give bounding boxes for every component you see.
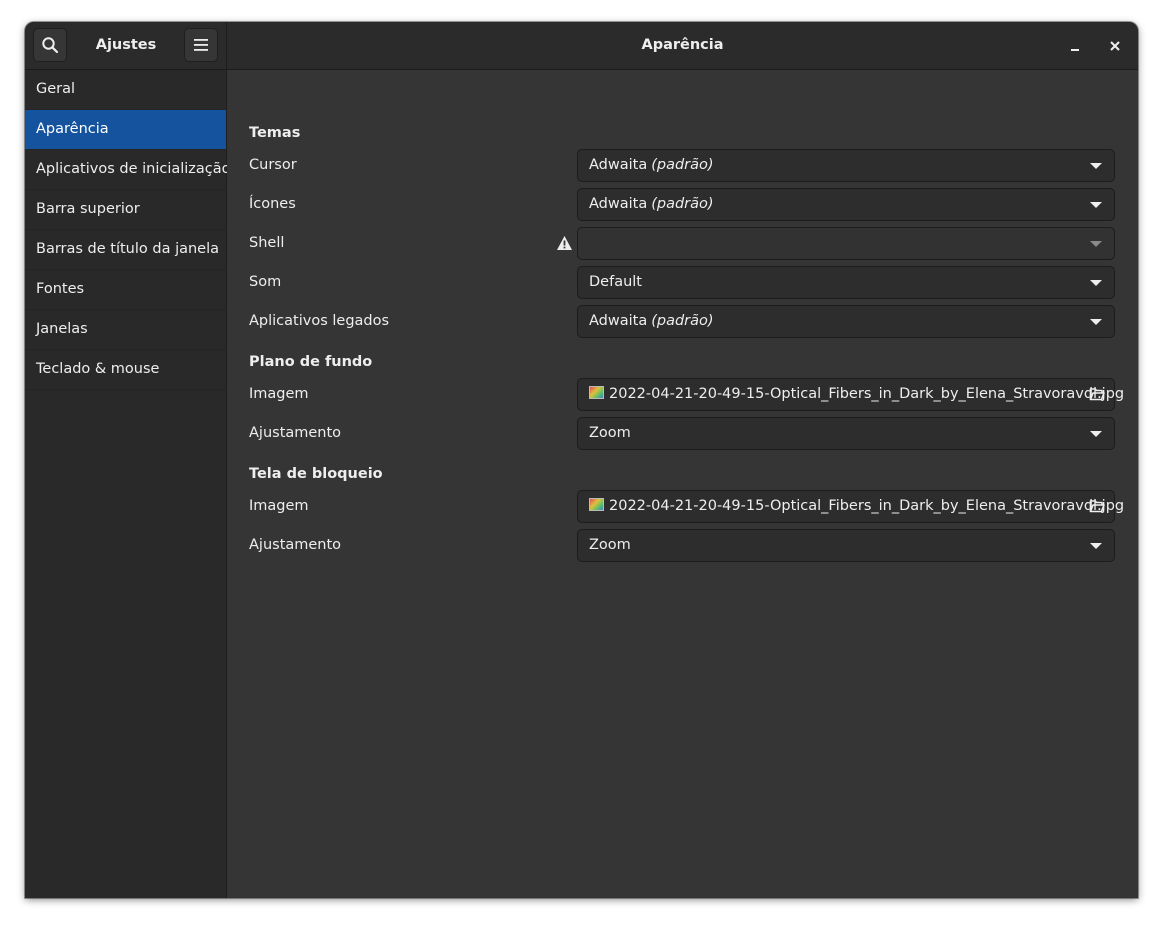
sidebar-item-fontes[interactable]: Fontes	[25, 270, 226, 310]
legacy-apps-label: Aplicativos legados	[249, 313, 390, 329]
minimize-button[interactable]	[1063, 34, 1087, 58]
sidebar-item-geral[interactable]: Geral	[25, 70, 226, 110]
lockscreen-image-chooser[interactable]: 2022-04-21-20-49-15-Optical_Fibers_in_Da…	[577, 490, 1124, 523]
icons-label: Ícones	[249, 196, 296, 212]
shell-theme-combo[interactable]	[577, 227, 1115, 260]
lockscreen-image-filename: 2022-04-21-20-49-15-Optical_Fibers_in_Da…	[609, 498, 1125, 514]
sidebar-item-janelas[interactable]: Janelas	[25, 310, 226, 350]
background-image-label: Imagem	[249, 386, 309, 402]
background-image-filename: 2022-04-21-20-49-15-Optical_Fibers_in_Da…	[609, 386, 1125, 402]
image-file-icon	[589, 386, 604, 399]
section-title-themes: Temas	[249, 125, 301, 141]
lockscreen-image-label: Imagem	[249, 498, 309, 514]
sidebar-header: Ajustes	[25, 22, 227, 69]
cursor-default-suffix: (padrão)	[651, 157, 714, 173]
tweaks-window: Ajustes Aparência Geral Aparência Aplica…	[25, 22, 1138, 898]
dropdown-arrow-icon	[1090, 241, 1102, 247]
cursor-theme-combo[interactable]: Adwaita (padrão)	[577, 149, 1115, 182]
close-icon	[1110, 41, 1120, 51]
page-title: Aparência	[641, 37, 724, 53]
background-image-chooser[interactable]: 2022-04-21-20-49-15-Optical_Fibers_in_Da…	[577, 378, 1124, 411]
search-icon	[42, 37, 59, 54]
dropdown-arrow-icon	[1090, 431, 1102, 437]
dropdown-arrow-icon	[1090, 163, 1102, 169]
sidebar-item-teclado-mouse[interactable]: Teclado & mouse	[25, 350, 226, 390]
appearance-panel: Temas Cursor Adwaita (padrão) Ícones Adwa…	[227, 70, 1138, 898]
sidebar: Geral Aparência Aplicativos de inicializ…	[25, 70, 231, 898]
hamburger-menu-icon	[194, 39, 208, 51]
lockscreen-adjustment-combo[interactable]: Zoom	[577, 529, 1115, 562]
shell-label: Shell	[249, 235, 285, 251]
icons-default-suffix: (padrão)	[651, 196, 714, 212]
section-title-background: Plano de fundo	[249, 354, 373, 370]
minimize-icon	[1071, 49, 1079, 51]
folder-open-icon	[1089, 500, 1105, 513]
dropdown-arrow-icon	[1090, 319, 1102, 325]
image-file-icon	[589, 498, 604, 511]
dropdown-arrow-icon	[1090, 280, 1102, 286]
icons-theme-combo[interactable]: Adwaita (padrão)	[577, 188, 1115, 221]
sidebar-item-aparencia[interactable]: Aparência	[25, 110, 226, 150]
section-title-lockscreen: Tela de bloqueio	[249, 466, 383, 482]
sound-theme-combo[interactable]: Default	[577, 266, 1115, 299]
sidebar-item-aplicativos-inicializacao[interactable]: Aplicativos de inicialização	[25, 150, 231, 190]
dropdown-arrow-icon	[1090, 202, 1102, 208]
sidebar-item-barras-titulo[interactable]: Barras de título da janela	[25, 230, 226, 270]
legacy-default-suffix: (padrão)	[651, 313, 714, 329]
header-bar: Ajustes Aparência	[25, 22, 1138, 70]
cursor-label: Cursor	[249, 157, 297, 173]
legacy-apps-theme-value: Adwaita	[589, 313, 648, 329]
legacy-apps-theme-combo[interactable]: Adwaita (padrão)	[577, 305, 1115, 338]
sound-theme-value: Default	[589, 274, 642, 290]
close-button[interactable]	[1103, 34, 1127, 58]
sound-label: Som	[249, 274, 282, 290]
folder-open-icon	[1089, 388, 1105, 401]
background-adjustment-value: Zoom	[589, 425, 631, 441]
background-adjustment-label: Ajustamento	[249, 425, 342, 441]
lockscreen-adjustment-value: Zoom	[589, 537, 631, 553]
app-title: Ajustes	[95, 37, 157, 53]
main-menu-button[interactable]	[184, 28, 218, 62]
cursor-theme-value: Adwaita	[589, 157, 648, 173]
lockscreen-adjustment-label: Ajustamento	[249, 537, 342, 553]
sidebar-item-barra-superior[interactable]: Barra superior	[25, 190, 226, 230]
icons-theme-value: Adwaita	[589, 196, 648, 212]
background-adjustment-combo[interactable]: Zoom	[577, 417, 1115, 450]
warning-icon	[557, 236, 572, 250]
search-button[interactable]	[33, 28, 67, 62]
dropdown-arrow-icon	[1090, 543, 1102, 549]
